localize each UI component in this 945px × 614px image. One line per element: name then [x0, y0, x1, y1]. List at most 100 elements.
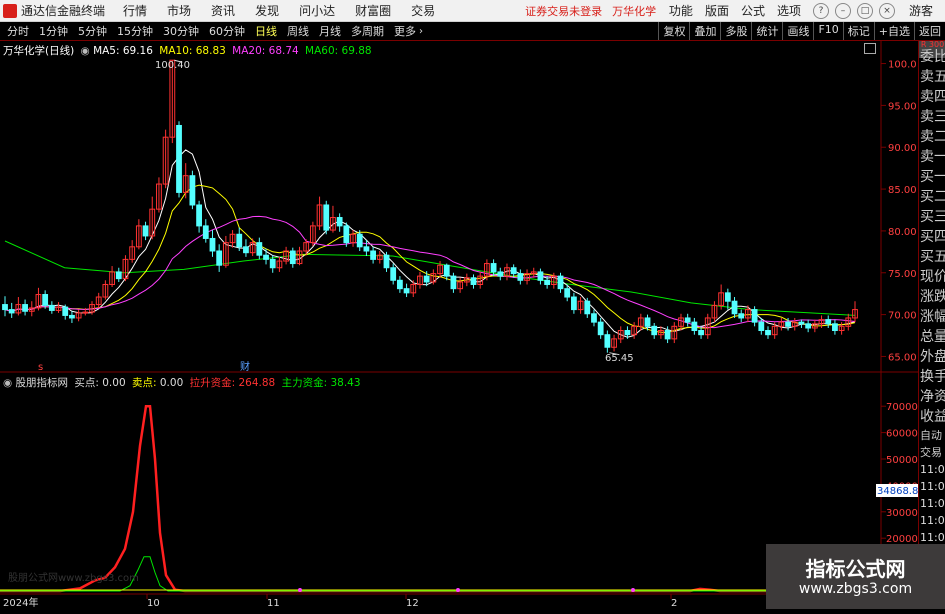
close-icon[interactable]: ×: [878, 2, 895, 19]
candle-body: [765, 330, 771, 336]
trade-login-notice[interactable]: 证券交易未登录: [525, 3, 602, 19]
menu-news[interactable]: 资讯: [211, 2, 235, 19]
tf-intraday[interactable]: 分时: [4, 23, 32, 39]
low-price-label: 65.45: [605, 353, 634, 364]
candle-body: [597, 321, 604, 336]
candle-body: [323, 204, 330, 231]
candle-body: [356, 233, 363, 248]
price-tick-label: 80.00: [888, 227, 917, 238]
menu-discover[interactable]: 发现: [255, 2, 279, 19]
current-stock-name: 万华化学: [612, 4, 657, 18]
candle-body: [82, 311, 89, 314]
candle-body: [2, 304, 8, 311]
kline-chart[interactable]: 100.0 95.00 90.00 85.00 80.00 75.00 70.00 65.00…: [0, 41, 918, 609]
help-icon[interactable]: ?: [812, 2, 829, 19]
candle-body: [42, 294, 49, 306]
candle-body: [236, 233, 243, 248]
btn-mark[interactable]: 标记: [842, 22, 874, 40]
sub-legend-dropdown-icon[interactable]: ◉: [3, 377, 12, 389]
candle-body: [651, 325, 658, 336]
chevron-right-icon[interactable]: ›: [419, 26, 423, 37]
candle-body: [256, 242, 263, 256]
menu-formula[interactable]: 公式: [741, 2, 765, 19]
price-tick-label: 100.0: [888, 60, 917, 71]
sub-tick-label: 30000: [886, 508, 918, 519]
candle-body: [363, 246, 370, 252]
side-item: 买一: [920, 169, 945, 185]
menu-trade[interactable]: 交易: [411, 2, 435, 19]
tf-5min[interactable]: 5分钟: [75, 23, 110, 39]
candle-body: [189, 175, 196, 206]
candle-body: [557, 275, 564, 290]
price-tick-label: 65.00: [888, 352, 917, 363]
chart-title: 万华化学(日线): [3, 45, 75, 57]
legend-dropdown-icon[interactable]: ◉: [81, 45, 90, 57]
rise-fund-value: 264.88: [238, 377, 276, 389]
btn-add-watchlist[interactable]: +自选: [873, 22, 914, 40]
btn-multi-stock[interactable]: 多股: [720, 22, 751, 40]
candle-body: [176, 124, 182, 193]
candle-body: [470, 277, 477, 285]
candle-body: [263, 254, 269, 260]
guest-user[interactable]: 游客: [909, 2, 933, 19]
candle-body: [624, 330, 631, 336]
sell-label: 卖点:: [131, 377, 157, 389]
candle-body: [216, 250, 223, 266]
candle-body: [785, 321, 791, 327]
tf-daily[interactable]: 日线: [252, 23, 280, 39]
candle-body: [738, 313, 745, 319]
financial-report-marker[interactable]: 财: [240, 360, 250, 373]
minimize-icon[interactable]: –: [834, 2, 851, 19]
tf-monthly[interactable]: 月线: [316, 23, 344, 39]
candle-body: [115, 271, 122, 280]
btn-draw-line[interactable]: 画线: [782, 22, 813, 40]
candle-body: [691, 321, 698, 332]
btn-statistics[interactable]: 统计: [751, 22, 782, 40]
maximize-panel-icon[interactable]: [864, 43, 876, 54]
menu-quotes[interactable]: 行情: [123, 2, 147, 19]
candle-body: [805, 323, 812, 329]
menu-wealth-circle[interactable]: 财富圈: [355, 2, 391, 19]
candle-body: [825, 319, 832, 325]
btn-restore-rights[interactable]: 复权: [658, 22, 689, 40]
candle-body: [343, 225, 350, 244]
side-item: 卖四: [920, 89, 945, 105]
crosshair-value: 34868.85: [877, 486, 918, 497]
candle-body: [403, 288, 410, 294]
menu-ask-xiaoda[interactable]: 问小达: [299, 2, 335, 19]
candle-body: [202, 225, 209, 239]
tf-60min[interactable]: 60分钟: [206, 23, 248, 39]
maximize-icon[interactable]: □: [856, 2, 873, 19]
menu-market[interactable]: 市场: [167, 2, 191, 19]
candle-body: [142, 225, 149, 237]
indicator-name[interactable]: 股朋指标网: [16, 377, 69, 389]
menu-function[interactable]: 功能: [669, 2, 693, 19]
tf-multi-period[interactable]: 多周期: [348, 23, 387, 39]
tf-15min[interactable]: 15分钟: [114, 23, 156, 39]
tf-1min[interactable]: 1分钟: [36, 23, 71, 39]
title-menubar: 通达信金融终端 行情 市场 资讯 发现 问小达 财富圈 交易 证券交易未登录 万…: [0, 0, 945, 22]
candle-body: [450, 275, 457, 290]
menu-layout[interactable]: 版面: [705, 2, 729, 19]
candle-body: [570, 296, 577, 311]
menu-options[interactable]: 选项: [777, 2, 801, 19]
price-tick-label: 75.00: [888, 269, 917, 280]
candle-body: [537, 271, 544, 281]
tf-more[interactable]: 更多: [391, 23, 419, 39]
btn-overlay[interactable]: 叠加: [689, 22, 720, 40]
tf-weekly[interactable]: 周线: [284, 23, 312, 39]
candle-body: [22, 304, 28, 312]
tf-30min[interactable]: 30分钟: [160, 23, 202, 39]
candle-body: [396, 279, 403, 290]
btn-f10[interactable]: F10: [813, 22, 842, 40]
candle-body: [269, 258, 276, 269]
side-item: 卖三: [920, 109, 945, 125]
side-item: 卖五: [920, 69, 945, 85]
side-item: 交易: [920, 446, 942, 459]
candle-body: [289, 250, 296, 265]
side-item: 自动: [920, 429, 942, 442]
buy-value: 0.00: [102, 377, 126, 389]
candle-body: [390, 267, 397, 281]
date-label-2024: 2024年: [3, 596, 38, 609]
btn-back[interactable]: 返回: [914, 22, 945, 40]
